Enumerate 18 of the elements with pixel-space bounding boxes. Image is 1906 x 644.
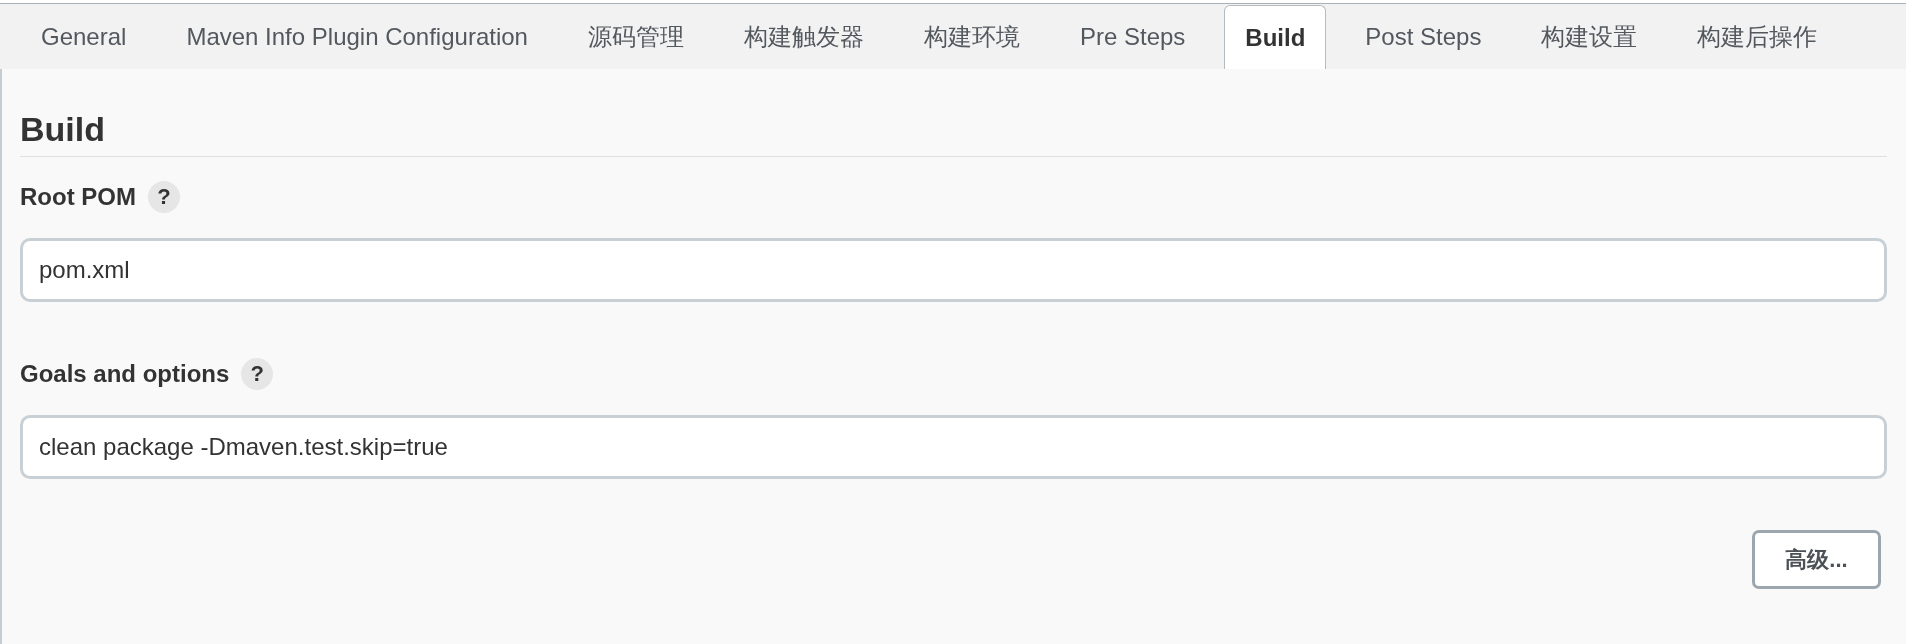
tab[interactable]: Build xyxy=(1224,5,1327,69)
tab[interactable]: 构建环境 xyxy=(902,5,1041,69)
help-button[interactable]: ? xyxy=(241,358,274,390)
tab[interactable]: 源码管理 xyxy=(566,5,705,69)
help-button[interactable]: ? xyxy=(148,181,180,213)
tab[interactable]: Pre Steps xyxy=(1058,5,1207,69)
tab[interactable]: Maven Info Plugin Configuration xyxy=(165,5,549,69)
field-label: Root POM xyxy=(20,182,136,212)
input-field[interactable]: clean package -Dmaven.test.skip=true xyxy=(20,415,1887,479)
tab[interactable]: Post Steps xyxy=(1344,5,1503,69)
tab[interactable]: 构建设置 xyxy=(1520,5,1659,69)
advanced-button[interactable]: 高级... xyxy=(1752,530,1881,589)
field-label: Goals and options xyxy=(20,359,230,389)
tab[interactable]: General xyxy=(20,5,148,69)
tab[interactable]: 构建触发器 xyxy=(722,5,885,69)
input-field[interactable]: pom.xml xyxy=(20,238,1887,302)
tab[interactable]: 构建后操作 xyxy=(1676,5,1839,69)
section-title: Build xyxy=(20,109,106,149)
